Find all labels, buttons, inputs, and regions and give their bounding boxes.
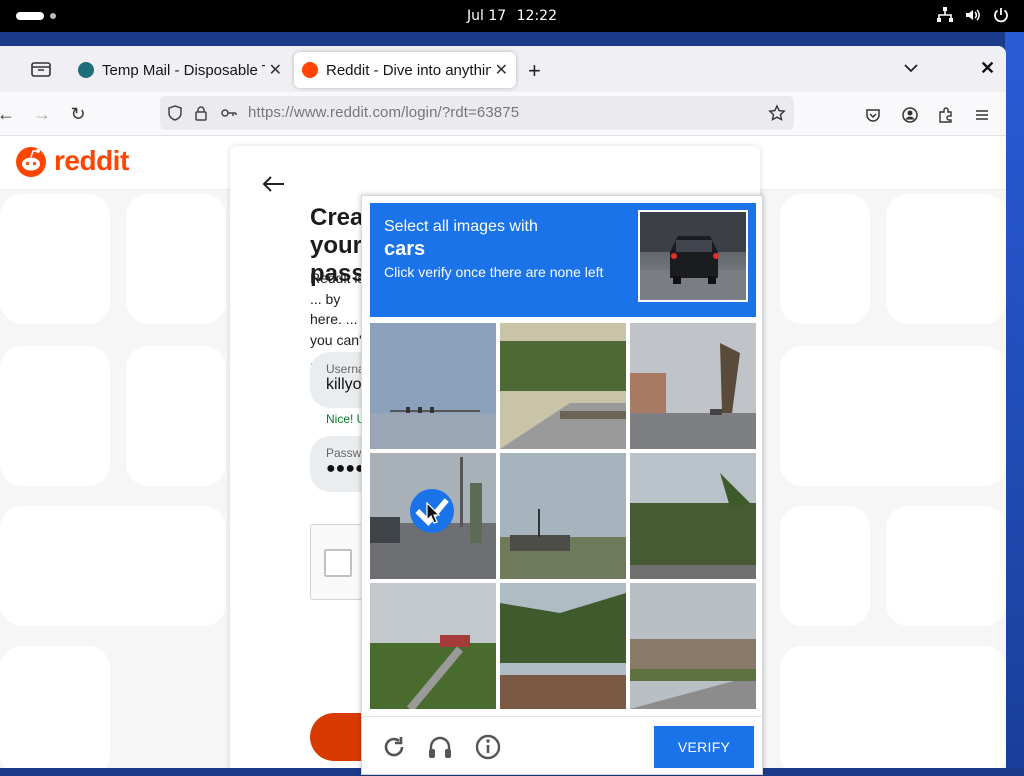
captcha-tile-3[interactable]: [630, 323, 756, 449]
volume-icon: [966, 9, 980, 21]
background-shape: [126, 346, 226, 486]
username-status: Nice! U: [326, 412, 366, 426]
background-shape: [780, 194, 870, 324]
tab-reddit[interactable]: Reddit - Dive into anything ✕: [294, 52, 516, 88]
tempmail-icon: [78, 62, 94, 78]
captcha-tile-7[interactable]: [370, 583, 496, 709]
prompt-target: cars: [384, 238, 426, 260]
system-clock[interactable]: Jul 17 12:22: [0, 8, 1024, 24]
lock-icon[interactable]: [192, 104, 210, 122]
tab-close-icon[interactable]: ✕: [269, 60, 282, 80]
tab-title: Temp Mail - Disposable Te: [102, 61, 265, 79]
reddit-wordmark: reddit: [54, 145, 129, 176]
power-icon: [994, 8, 1008, 23]
bookmark-star-icon[interactable]: [768, 104, 786, 122]
tab-close-icon[interactable]: ✕: [495, 60, 508, 80]
url-text: https://www.reddit.com/login/?rdt=63875: [248, 104, 520, 121]
captcha-tile-5[interactable]: [500, 453, 626, 579]
background-shape: [780, 346, 1006, 486]
key-icon[interactable]: [220, 104, 238, 122]
forward-icon[interactable]: →: [30, 102, 54, 126]
menu-icon[interactable]: [973, 106, 991, 124]
new-tab-button[interactable]: +: [528, 58, 541, 84]
refresh-icon[interactable]: [380, 733, 408, 761]
reddit-snoo-icon: [16, 147, 46, 177]
background-shape: [0, 646, 110, 768]
chevron-down-icon[interactable]: [903, 62, 919, 74]
background-shape: [0, 506, 226, 626]
reload-icon[interactable]: ↻: [66, 102, 90, 126]
pocket-icon[interactable]: [864, 106, 882, 124]
captcha-tile-1[interactable]: [370, 323, 496, 449]
system-tray[interactable]: [936, 6, 1010, 24]
prompt-hint: Click verify once there are none left: [384, 264, 604, 280]
shield-icon[interactable]: [166, 104, 184, 122]
mouse-cursor-icon: [426, 502, 440, 524]
captcha-footer: VERIFY: [362, 716, 762, 776]
prompt-instruction: Select all images with: [384, 218, 538, 235]
captcha-tile-6[interactable]: [630, 453, 756, 579]
clock-time: 12:22: [516, 8, 557, 24]
reddit-icon: [302, 62, 318, 78]
background-shape: [0, 194, 110, 324]
firefox-view-icon[interactable]: [30, 60, 52, 78]
tab-temp-mail[interactable]: Temp Mail - Disposable Te ✕: [70, 52, 290, 88]
verify-button[interactable]: VERIFY: [654, 726, 754, 768]
background-shape: [126, 194, 226, 324]
captcha-checkbox[interactable]: [324, 549, 352, 577]
captcha-challenge: Select all images with cars Click verify…: [361, 195, 763, 775]
network-icon: [937, 7, 953, 22]
account-icon[interactable]: [901, 106, 919, 124]
tab-title: Reddit - Dive into anything: [326, 61, 491, 79]
info-icon[interactable]: [474, 733, 502, 761]
captcha-tile-9[interactable]: [630, 583, 756, 709]
captcha-tile-8[interactable]: [500, 583, 626, 709]
url-bar[interactable]: https://www.reddit.com/login/?rdt=63875: [160, 96, 794, 130]
reddit-logo[interactable]: reddit: [14, 144, 129, 178]
captcha-tile-2[interactable]: [500, 323, 626, 449]
username-value: killyo: [326, 376, 362, 393]
background-shape: [886, 194, 1006, 324]
system-top-bar: Jul 17 12:22: [0, 0, 1024, 32]
background-shape: [0, 346, 110, 486]
example-image: [638, 210, 748, 302]
background-shape: [780, 646, 1006, 768]
audio-challenge-icon[interactable]: [426, 733, 454, 761]
tab-strip: Temp Mail - Disposable Te ✕ Reddit - Div…: [0, 46, 1006, 92]
password-value: ●●●●: [326, 460, 365, 477]
clock-date: Jul 17: [467, 8, 507, 24]
background-shape: [886, 506, 1006, 626]
extensions-icon[interactable]: [937, 106, 955, 124]
background-shape: [780, 506, 870, 626]
desktop-background: [1005, 32, 1024, 768]
back-arrow-icon[interactable]: [260, 174, 286, 194]
window-close-button[interactable]: ✕: [980, 58, 995, 79]
navigation-toolbar: ← → ↻ https://www.reddit.com/login/?rdt=…: [0, 92, 1006, 136]
captcha-prompt: Select all images with cars Click verify…: [370, 203, 756, 317]
back-icon[interactable]: ←: [0, 102, 18, 126]
